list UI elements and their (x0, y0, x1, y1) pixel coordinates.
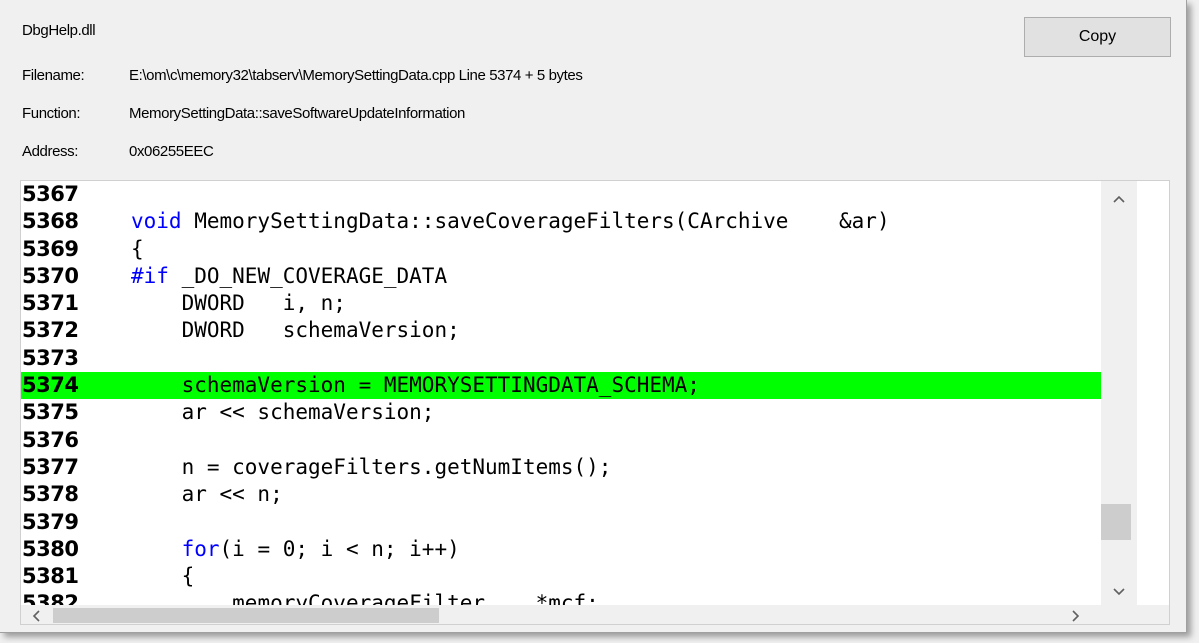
code-rest: DWORD schemaVersion; (181, 318, 460, 343)
code-text: for(i = 0; i < n; i++) (131, 536, 460, 563)
code-text: ar << schemaVersion; (131, 399, 435, 426)
code-line: 5375 ar << schemaVersion; (21, 399, 1101, 426)
line-number: 5379 (22, 509, 79, 534)
source-code-pane[interactable]: 53675368 void MemorySettingData::saveCove… (20, 180, 1170, 625)
code-rest: { (181, 564, 195, 589)
chevron-up-icon[interactable] (1101, 181, 1137, 217)
code-line: 5371 DWORD i, n; (21, 290, 1101, 317)
code-line: 5378 ar << n; (21, 481, 1101, 508)
code-keyword: void (131, 209, 182, 234)
code-line: 5379 (21, 509, 1101, 536)
copy-button[interactable]: Copy (1024, 17, 1171, 57)
code-line: 5369 { (21, 236, 1101, 263)
code-rest: ar << schemaVersion; (181, 400, 435, 425)
code-text: ar << n; (131, 481, 283, 508)
code-rest: (i = 0; i < n; i++) (219, 536, 460, 561)
line-number: 5367 (22, 182, 79, 206)
code-line: 5377 n = coverageFilters.getNumItems(); (21, 454, 1101, 481)
chevron-right-icon[interactable] (1061, 605, 1091, 624)
line-number: 5375 (22, 400, 79, 425)
code-line: 5370 #if _DO_NEW_COVERAGE_DATA (21, 263, 1101, 290)
filename-row: Filename: E:\om\c\memory32\tabserv\Memory… (22, 67, 583, 84)
code-rest: MemorySettingData::saveCoverageFilters(C… (181, 209, 890, 234)
function-value: MemorySettingData::saveSoftwareUpdateInf… (129, 105, 465, 122)
source-code-view[interactable]: 53675368 void MemorySettingData::saveCove… (21, 181, 1101, 605)
code-text: void MemorySettingData::saveCoverageFilt… (131, 208, 890, 235)
code-line: 5372 DWORD schemaVersion; (21, 317, 1101, 344)
horizontal-scroll-thumb[interactable] (53, 608, 439, 623)
function-row: Function: MemorySettingData::saveSoftware… (22, 105, 465, 122)
line-number: 5377 (22, 454, 79, 479)
address-label: Address: (22, 143, 78, 160)
code-line: 5367 (21, 181, 1101, 208)
code-text: { (131, 236, 144, 263)
code-rest: ar << n; (181, 482, 283, 507)
code-line: 5380 for(i = 0; i < n; i++) (21, 536, 1101, 563)
code-keyword: for (181, 536, 220, 561)
code-text: #if _DO_NEW_COVERAGE_DATA (131, 263, 447, 290)
current-code-line: 5374 schemaVersion = MEMORYSETTINGDATA_S… (21, 372, 1101, 400)
line-number: 5381 (22, 564, 79, 589)
line-number: 5370 (22, 263, 79, 288)
code-line: 5373 (21, 345, 1101, 372)
code-keyword: #if (131, 263, 169, 288)
code-line: 5382 memoryCoverageFilter *mcf; (21, 590, 1101, 605)
code-text: DWORD i, n; (131, 290, 346, 317)
line-number: 5376 (22, 427, 79, 452)
code-text: { (131, 563, 195, 590)
vertical-scroll-thumb[interactable] (1101, 504, 1131, 540)
address-row: Address: 0x06255EEC (22, 143, 214, 160)
code-rest: { (131, 236, 144, 261)
horizontal-scrollbar[interactable] (21, 605, 1137, 624)
debug-info-dialog: DbgHelp.dll Copy Filename: E:\om\c\memory… (0, 0, 1187, 633)
module-name: DbgHelp.dll (22, 22, 96, 39)
line-number: 5378 (22, 482, 79, 507)
line-number: 5380 (22, 536, 79, 561)
code-text: DWORD schemaVersion; (131, 317, 460, 344)
code-rest: n = coverageFilters.getNumItems(); (181, 454, 612, 479)
code-text: memoryCoverageFilter *mcf; (131, 590, 599, 605)
code-line: 5368 void MemorySettingData::saveCoverage… (21, 208, 1101, 235)
code-rest: DWORD i, n; (181, 291, 346, 316)
code-text: schemaVersion = MEMORYSETTINGDATA_SCHEMA… (131, 372, 700, 399)
line-number: 5371 (22, 291, 79, 316)
vertical-scrollbar[interactable] (1101, 181, 1137, 605)
code-line: 5381 { (21, 563, 1101, 590)
code-rest: schemaVersion = MEMORYSETTINGDATA_SCHEMA… (181, 373, 700, 398)
scrollbar-corner (1137, 605, 1169, 624)
line-number: 5374 (22, 373, 79, 398)
line-number: 5369 (22, 236, 79, 261)
line-number: 5372 (22, 318, 79, 343)
function-label: Function: (22, 105, 81, 122)
code-rest: _DO_NEW_COVERAGE_DATA (168, 263, 448, 288)
code-text: n = coverageFilters.getNumItems(); (131, 454, 612, 481)
code-line: 5376 (21, 427, 1101, 454)
line-number: 5368 (22, 209, 79, 234)
address-value: 0x06255EEC (129, 143, 214, 160)
filename-value: E:\om\c\memory32\tabserv\MemorySettingDa… (129, 67, 583, 84)
filename-label: Filename: (22, 67, 85, 84)
line-number: 5382 (22, 591, 79, 605)
code-rest: memoryCoverageFilter *mcf; (232, 591, 599, 605)
line-number: 5373 (22, 345, 79, 370)
chevron-left-icon[interactable] (21, 605, 51, 624)
